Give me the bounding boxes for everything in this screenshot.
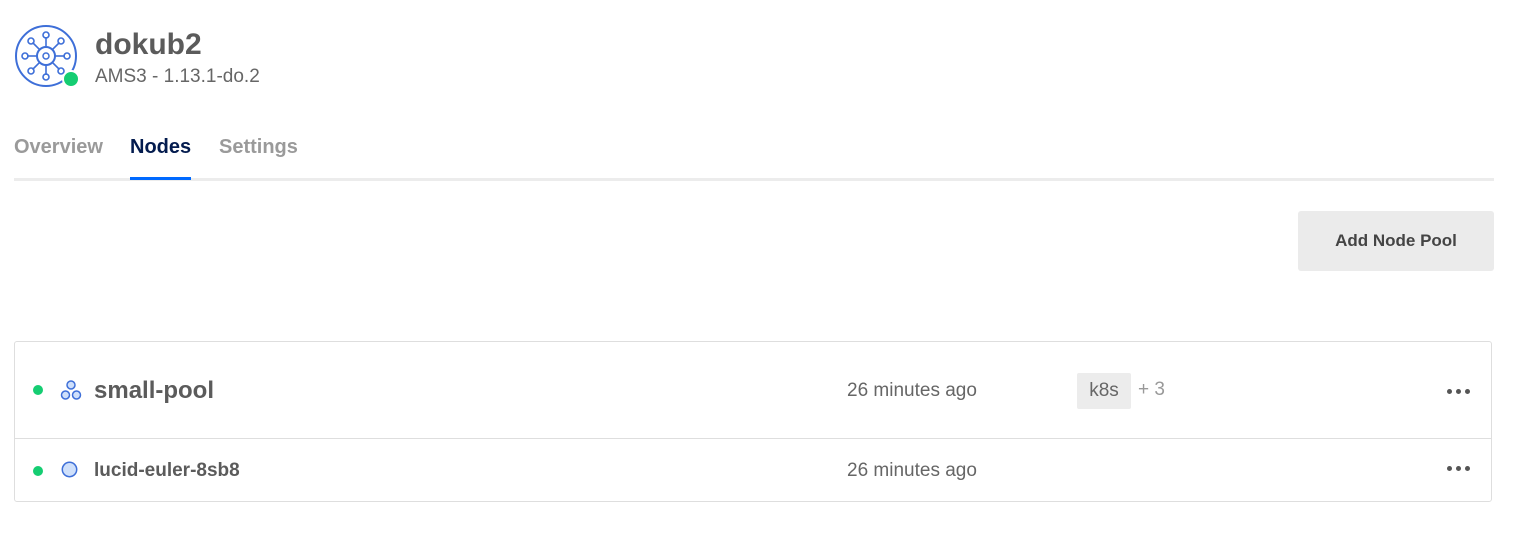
pool-name[interactable]: small-pool [94, 377, 214, 405]
tab-divider [14, 178, 1494, 181]
pool-row[interactable]: small-pool 26 minutes ago k8s + 3 [15, 342, 1491, 439]
node-status-dot [33, 466, 43, 476]
cluster-subtitle: AMS3 - 1.13.1-do.2 [95, 66, 260, 87]
node-name[interactable]: lucid-euler-8sb8 [94, 460, 240, 482]
node-pool-table: small-pool 26 minutes ago k8s + 3 lucid-… [14, 341, 1492, 502]
node-more-options-icon[interactable] [1447, 464, 1473, 474]
pool-created-time: 26 minutes ago [847, 380, 977, 401]
cluster-name: dokub2 [95, 28, 202, 61]
cluster-status-dot [62, 70, 80, 88]
pool-tag-more[interactable]: + 3 [1138, 379, 1165, 401]
node-row[interactable]: lucid-euler-8sb8 26 minutes ago [15, 439, 1491, 502]
tab-settings[interactable]: Settings [219, 136, 298, 159]
node-pool-icon [60, 380, 82, 400]
pool-tag[interactable]: k8s [1077, 373, 1131, 409]
node-icon [61, 461, 78, 478]
add-node-pool-button[interactable]: Add Node Pool [1298, 211, 1494, 271]
active-tab-indicator [130, 177, 191, 180]
tab-overview[interactable]: Overview [14, 136, 103, 159]
tab-bar: Overview Nodes Settings [14, 126, 1494, 181]
node-created-time: 26 minutes ago [847, 460, 977, 481]
tab-nodes[interactable]: Nodes [130, 136, 191, 159]
pool-status-dot [33, 385, 43, 395]
pool-more-options-icon[interactable] [1447, 387, 1473, 397]
